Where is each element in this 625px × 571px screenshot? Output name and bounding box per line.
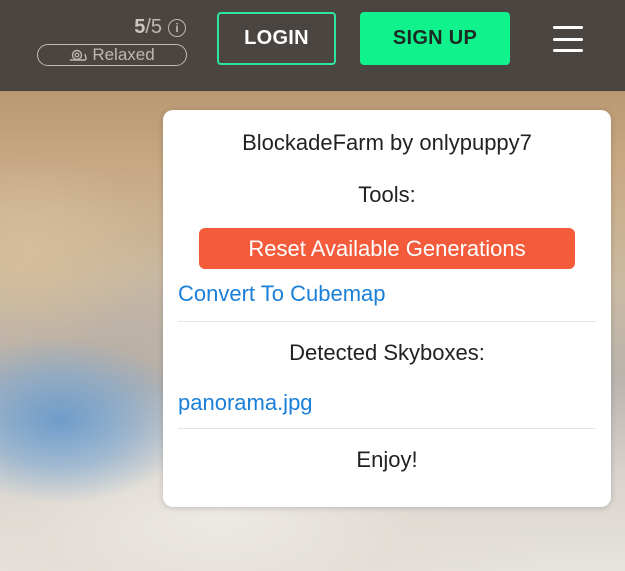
footer-message: Enjoy! <box>356 447 418 472</box>
snail-icon <box>70 49 88 61</box>
info-icon[interactable]: i <box>168 18 186 37</box>
hamburger-menu-icon[interactable] <box>553 26 583 52</box>
blockadefarm-panel: BlockadeFarm by onlypuppy7 Tools: Reset … <box>163 110 611 507</box>
reset-generations-button[interactable]: Reset Available Generations <box>199 228 575 269</box>
convert-to-cubemap-link[interactable]: Convert To Cubemap <box>178 281 386 307</box>
credit-count: 5/5 <box>134 16 162 39</box>
credits-total: /5 <box>145 16 162 38</box>
divider <box>178 321 596 322</box>
credits-used: 5 <box>134 16 146 38</box>
mode-badge[interactable]: Relaxed <box>37 44 187 66</box>
detected-skyboxes-heading: Detected Skyboxes: <box>289 340 485 365</box>
signup-button[interactable]: SIGN UP <box>360 12 510 65</box>
top-header: 5/5 i Relaxed LOGIN SIGN UP <box>0 0 625 91</box>
skybox-file-link[interactable]: panorama.jpg <box>178 390 313 416</box>
panel-title: BlockadeFarm by onlypuppy7 <box>242 130 532 155</box>
generation-credits: 5/5 i <box>0 16 188 39</box>
login-button[interactable]: LOGIN <box>217 12 336 65</box>
divider <box>178 428 596 429</box>
tools-heading: Tools: <box>358 182 416 207</box>
mode-label: Relaxed <box>92 45 155 64</box>
